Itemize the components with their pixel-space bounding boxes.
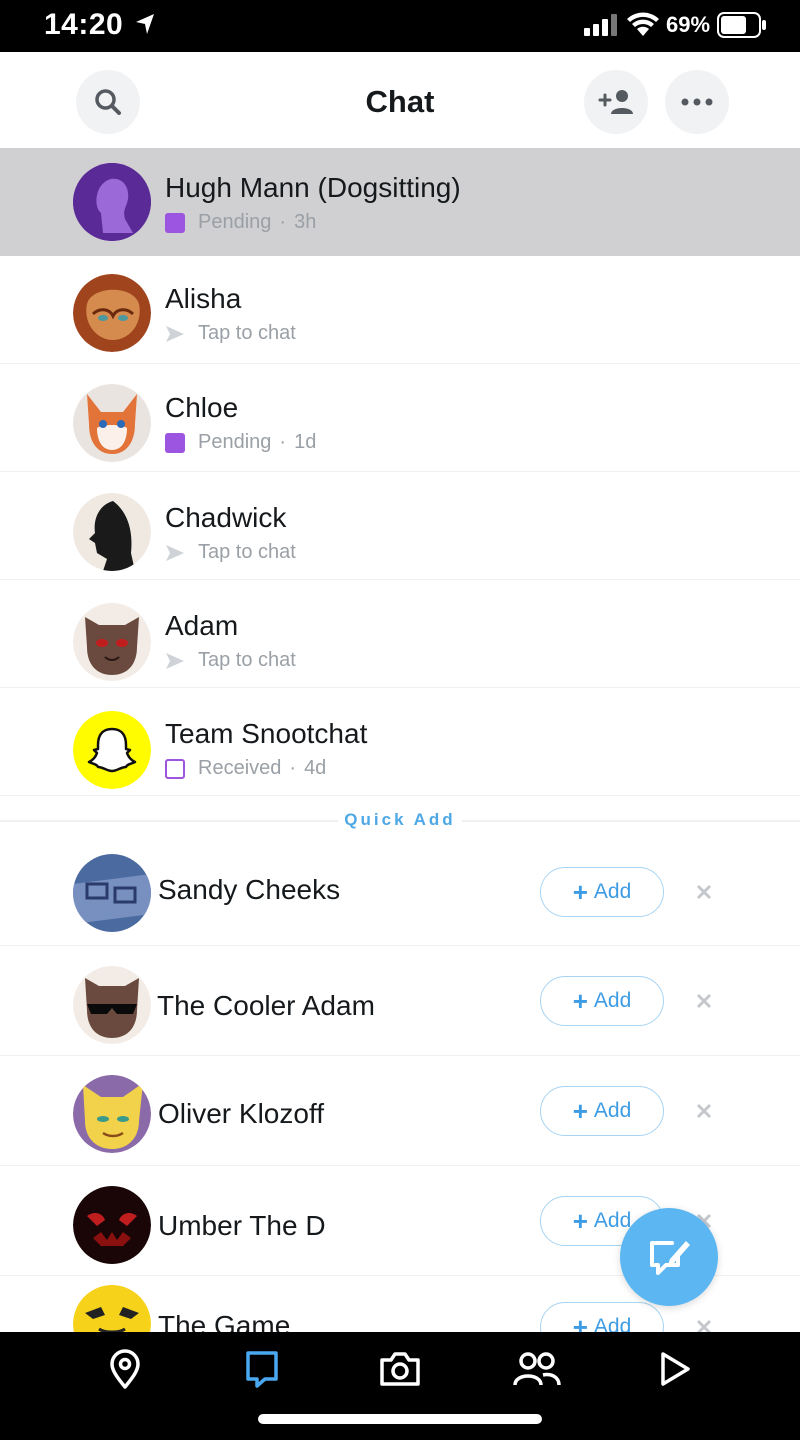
- quick-add-name: The Cooler Adam: [157, 990, 375, 1021]
- quick-add-name: The Game: [158, 1310, 291, 1332]
- tab-stories[interactable]: [650, 1344, 700, 1394]
- chat-status: Tap to chat: [165, 541, 296, 564]
- tab-map[interactable]: [100, 1344, 150, 1394]
- add-button[interactable]: + Add: [540, 1302, 664, 1332]
- chat-row-adam[interactable]: Adam Tap to chat: [0, 580, 800, 688]
- chat-name: Alisha: [165, 283, 242, 314]
- more-options-button[interactable]: [665, 70, 729, 134]
- plus-icon: +: [572, 876, 588, 907]
- avatar-chloe: [73, 384, 151, 462]
- chat-row-chloe[interactable]: Chloe Pending · 1d: [0, 364, 800, 472]
- avatar-adam: [73, 603, 151, 681]
- avatar-chadwick: [73, 493, 151, 571]
- chat-status: Pending · 3h: [165, 211, 316, 234]
- dismiss-button[interactable]: [690, 878, 718, 906]
- plus-icon: +: [572, 985, 588, 1016]
- quick-add-row[interactable]: Sandy Cheeks + Add: [0, 838, 800, 946]
- ghost-logo-icon: [73, 711, 151, 789]
- tab-friends[interactable]: [512, 1344, 562, 1394]
- tap-to-chat-arrow-icon: [166, 652, 184, 669]
- battery-percent: 69%: [666, 12, 711, 37]
- home-indicator: [258, 1414, 542, 1424]
- new-chat-button[interactable]: [620, 1208, 718, 1306]
- chat-name: Chadwick: [165, 502, 287, 533]
- add-button[interactable]: + Add: [540, 1086, 664, 1136]
- compose-chat-icon: [650, 1241, 690, 1275]
- avatar-alisha: [73, 274, 151, 352]
- close-icon: [696, 993, 712, 1009]
- quick-add-row[interactable]: The Cooler Adam + Add: [0, 948, 800, 1056]
- avatar-umber-the-d: [73, 1186, 151, 1264]
- add-button[interactable]: + Add: [540, 976, 664, 1026]
- chat-name: Hugh Mann (Dogsitting): [165, 172, 461, 203]
- camera-icon: [380, 1352, 420, 1386]
- friends-icon: [513, 1352, 561, 1386]
- plus-icon: +: [572, 1205, 588, 1236]
- battery-icon: [717, 12, 766, 38]
- wifi-icon: [627, 12, 659, 36]
- quick-add-row[interactable]: Oliver Klozoff + Add: [0, 1058, 800, 1166]
- pending-snap-icon: [165, 432, 185, 453]
- chat-header: Chat: [0, 52, 800, 148]
- quick-add-header: Quick Add: [0, 810, 800, 830]
- location-arrow-icon: [136, 14, 154, 34]
- received-snap-icon: [165, 758, 185, 779]
- close-icon: [696, 884, 712, 900]
- dismiss-button[interactable]: [690, 987, 718, 1015]
- quick-add-name: Umber The D: [158, 1210, 326, 1241]
- add-friend-button[interactable]: [584, 70, 648, 134]
- quick-add-name: Sandy Cheeks: [158, 874, 341, 905]
- cellular-signal-icon: [584, 14, 617, 36]
- chat-name: Adam: [165, 610, 239, 641]
- add-button[interactable]: + Add: [540, 867, 664, 917]
- pending-snap-icon: [165, 212, 185, 233]
- chat-status: Pending · 1d: [165, 431, 316, 454]
- chat-row-alisha[interactable]: Alisha Tap to chat: [0, 256, 800, 364]
- avatar-sandy-cheeks: [73, 854, 151, 932]
- tap-to-chat-arrow-icon: [166, 325, 184, 342]
- chat-list[interactable]: Hugh Mann (Dogsitting) Pending · 3h Alisha…: [0, 148, 800, 1332]
- chat-icon: [246, 1351, 278, 1388]
- chat-status: Tap to chat: [165, 322, 296, 345]
- avatar-hugh-mann: [73, 163, 151, 241]
- plus-icon: +: [572, 1095, 588, 1126]
- plus-icon: +: [572, 1311, 588, 1333]
- avatar-team-snootchat: [73, 711, 151, 789]
- avatar-oliver-klozoff: [73, 1075, 151, 1153]
- chat-status: Received · 4d: [165, 757, 326, 780]
- dismiss-button[interactable]: [690, 1313, 718, 1332]
- quick-add-name: Oliver Klozoff: [158, 1098, 324, 1129]
- avatar-the-cooler-adam: [73, 966, 151, 1044]
- tap-to-chat-arrow-icon: [166, 544, 184, 561]
- status-time: 14:20: [44, 8, 124, 41]
- close-icon: [696, 1319, 712, 1332]
- chat-row-chadwick[interactable]: Chadwick Tap to chat: [0, 472, 800, 580]
- chat-name: Chloe: [165, 392, 239, 423]
- map-pin-icon: [110, 1349, 140, 1389]
- play-icon: [661, 1352, 690, 1386]
- chat-row-team-snootchat[interactable]: Team Snootchat Received · 4d: [0, 688, 800, 796]
- more-dots-icon: [681, 98, 713, 106]
- add-friend-icon: [598, 90, 633, 114]
- tab-chat[interactable]: [237, 1344, 287, 1394]
- close-icon: [696, 1103, 712, 1119]
- chat-status: Tap to chat: [165, 649, 296, 672]
- avatar-the-game: [73, 1285, 151, 1332]
- chat-name: Team Snootchat: [165, 718, 368, 749]
- tab-camera[interactable]: [375, 1344, 425, 1394]
- dismiss-button[interactable]: [690, 1097, 718, 1125]
- status-bar: 14:20 69%: [0, 0, 800, 52]
- bottom-tab-bar: [0, 1332, 800, 1440]
- chat-row-hugh-mann[interactable]: Hugh Mann (Dogsitting) Pending · 3h: [0, 148, 800, 256]
